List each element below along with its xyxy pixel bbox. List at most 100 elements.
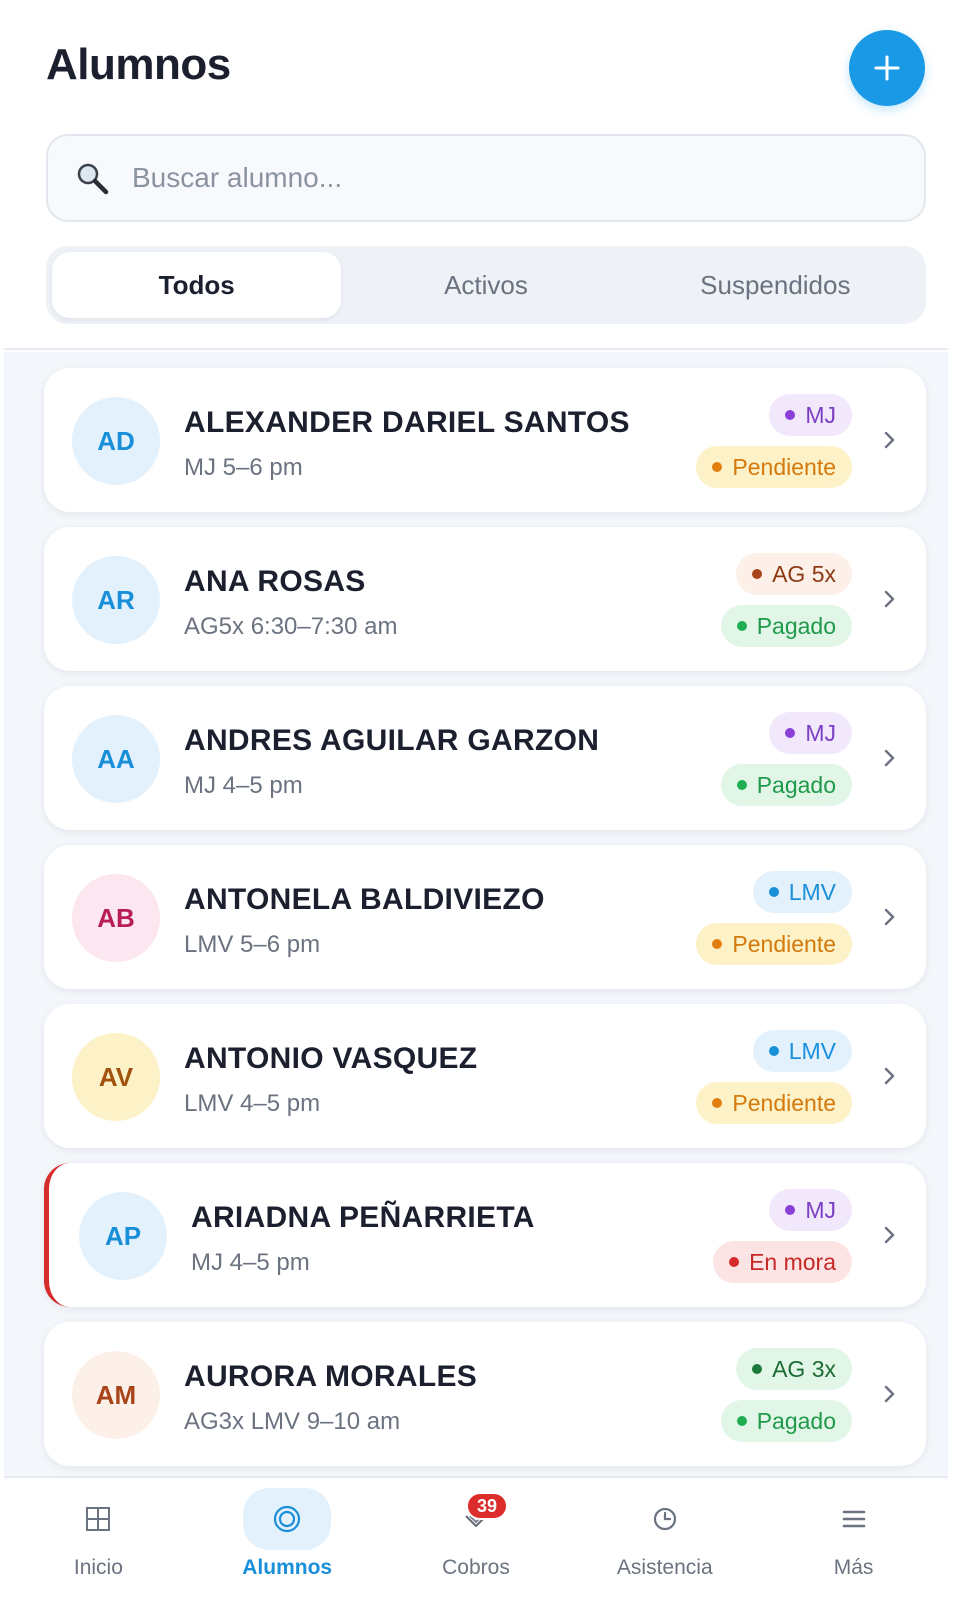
student-card[interactable]: AA ANDRES AGUILAR GARZON MJ 4–5 pm MJ Pagado <box>44 686 926 830</box>
dot-icon <box>729 1257 740 1267</box>
nav-icon-wrap <box>243 1488 332 1550</box>
group-badge: LMV <box>752 1030 852 1072</box>
student-card[interactable]: AM AURORA MORALES AG3x LMV 9–10 am AG 3x Pag… <box>44 1322 926 1466</box>
chevron-right-icon[interactable] <box>882 1221 898 1249</box>
status-label: Pendiente <box>732 453 836 480</box>
chevron-right-icon[interactable] <box>882 585 898 613</box>
dot-icon <box>768 887 779 897</box>
student-name: ANTONELA BALDIVIEZO <box>184 883 545 916</box>
group-badge: AG 5x <box>736 553 852 595</box>
filter-tabs: Todos Activos Suspendidos <box>46 246 926 324</box>
status-label: Pendiente <box>732 1089 836 1116</box>
dot-icon <box>785 410 796 420</box>
group-label: MJ <box>805 401 836 428</box>
student-schedule: LMV 4–5 pm <box>184 1090 321 1117</box>
student-schedule: AG5x 6:30–7:30 am <box>184 613 398 640</box>
student-name: ANA ROSAS <box>184 565 366 598</box>
nav-label: Más <box>833 1556 874 1579</box>
avatar: AM <box>72 1351 160 1439</box>
status-label: Pendiente <box>732 930 836 957</box>
nav-icon-wrap <box>810 1488 898 1550</box>
nav-item-asistencia[interactable]: Asistencia <box>570 1478 759 1598</box>
nav-label: Alumnos <box>242 1556 333 1579</box>
dot-icon <box>736 780 747 790</box>
student-card[interactable]: AP ARIADNA PEÑARRIETA MJ 4–5 pm MJ En mora <box>44 1163 926 1307</box>
group-badge: MJ <box>769 1189 852 1231</box>
tab-suspendidos[interactable]: Suspendidos <box>631 252 920 318</box>
status-label: Pagado <box>756 612 836 639</box>
student-list[interactable]: AD ALEXANDER DARIEL SANTOS MJ 5–6 pm MJ Pend… <box>4 352 948 1476</box>
student-name: ALEXANDER DARIEL SANTOS <box>184 406 630 439</box>
group-badge: LMV <box>752 871 852 913</box>
group-label: AG 5x <box>772 560 836 587</box>
group-badge: MJ <box>769 394 852 436</box>
search-input[interactable] <box>132 162 832 194</box>
student-card[interactable]: AB ANTONELA BALDIVIEZO LMV 5–6 pm LMV Pendie… <box>44 845 926 989</box>
grid-icon <box>86 1507 111 1531</box>
status-badge: Pendiente <box>696 923 852 965</box>
group-label: LMV <box>788 878 836 905</box>
avatar: AR <box>72 556 160 644</box>
group-label: AG 3x <box>772 1355 836 1382</box>
nav-label: Asistencia <box>616 1556 713 1579</box>
dot-icon <box>785 1205 796 1215</box>
avatar: AP <box>79 1192 167 1280</box>
bottom-nav: Inicio Alumnos Cobros 39 Asistencia Más <box>4 1476 948 1598</box>
group-label: LMV <box>788 1037 836 1064</box>
dot-icon <box>785 728 796 738</box>
dot-icon <box>712 1098 723 1108</box>
notification-badge: 39 <box>465 1492 508 1520</box>
page-title: Alumnos <box>46 40 231 89</box>
menu-icon <box>842 1510 865 1528</box>
student-name: ARIADNA PEÑARRIETA <box>191 1201 535 1234</box>
status-badge: Pendiente <box>696 446 852 488</box>
student-name: ANTONIO VASQUEZ <box>184 1042 478 1075</box>
student-card[interactable]: AD ALEXANDER DARIEL SANTOS MJ 5–6 pm MJ Pend… <box>44 368 926 512</box>
dot-icon <box>712 939 723 949</box>
student-schedule: MJ 5–6 pm <box>184 454 303 481</box>
app-screen: Alumnos TodosActivosSuspendidos AD ALEXAN… <box>4 0 948 1598</box>
nav-item-mas[interactable]: Más <box>759 1478 948 1598</box>
chevron-right-icon[interactable] <box>882 903 898 931</box>
status-badge: Pagado <box>720 1400 852 1442</box>
student-name: AURORA MORALES <box>184 1360 478 1393</box>
student-name: ANDRES AGUILAR GARZON <box>184 724 600 757</box>
nav-label: Inicio <box>73 1556 123 1579</box>
dot-icon <box>768 1046 779 1056</box>
status-badge: Pagado <box>720 764 852 806</box>
tab-activos[interactable]: Activos <box>341 252 630 318</box>
student-schedule: MJ 4–5 pm <box>184 772 303 799</box>
status-label: Pagado <box>756 1407 836 1434</box>
student-card[interactable]: AR ANA ROSAS AG5x 6:30–7:30 am AG 5x Pagado <box>44 527 926 671</box>
group-badge: AG 3x <box>736 1348 852 1390</box>
chevron-right-icon[interactable] <box>882 1380 898 1408</box>
avatar: AA <box>72 715 160 803</box>
chevron-right-icon[interactable] <box>882 426 898 454</box>
search-box[interactable] <box>46 134 926 222</box>
student-schedule: AG3x LMV 9–10 am <box>184 1408 401 1435</box>
student-schedule: MJ 4–5 pm <box>191 1249 310 1276</box>
group-label: MJ <box>805 719 836 746</box>
chevron-right-icon[interactable] <box>882 1062 898 1090</box>
dot-icon <box>736 1416 747 1426</box>
nav-icon-wrap <box>621 1488 709 1550</box>
avatar: AD <box>72 397 160 485</box>
status-label: Pagado <box>756 771 836 798</box>
magnifier-icon <box>77 163 109 195</box>
chevron-right-icon[interactable] <box>882 744 898 772</box>
nav-item-alumnos[interactable]: Alumnos <box>193 1478 382 1598</box>
dot-icon <box>752 1364 763 1374</box>
nav-item-cobros[interactable]: Cobros 39 <box>382 1478 571 1598</box>
dot-icon <box>752 569 763 579</box>
dot-icon <box>736 621 747 631</box>
status-badge: En mora <box>713 1241 852 1283</box>
student-card[interactable]: AV ANTONIO VASQUEZ LMV 4–5 pm LMV Pendiente <box>44 1004 926 1148</box>
nav-icon-wrap <box>54 1488 142 1550</box>
student-schedule: LMV 5–6 pm <box>184 931 321 958</box>
add-student-button[interactable] <box>849 30 925 106</box>
tab-todos[interactable]: Todos <box>52 252 342 318</box>
users-circle-icon <box>274 1505 301 1533</box>
nav-label: Cobros <box>442 1556 510 1579</box>
dot-icon <box>712 462 723 472</box>
nav-item-inicio[interactable]: Inicio <box>4 1478 193 1598</box>
